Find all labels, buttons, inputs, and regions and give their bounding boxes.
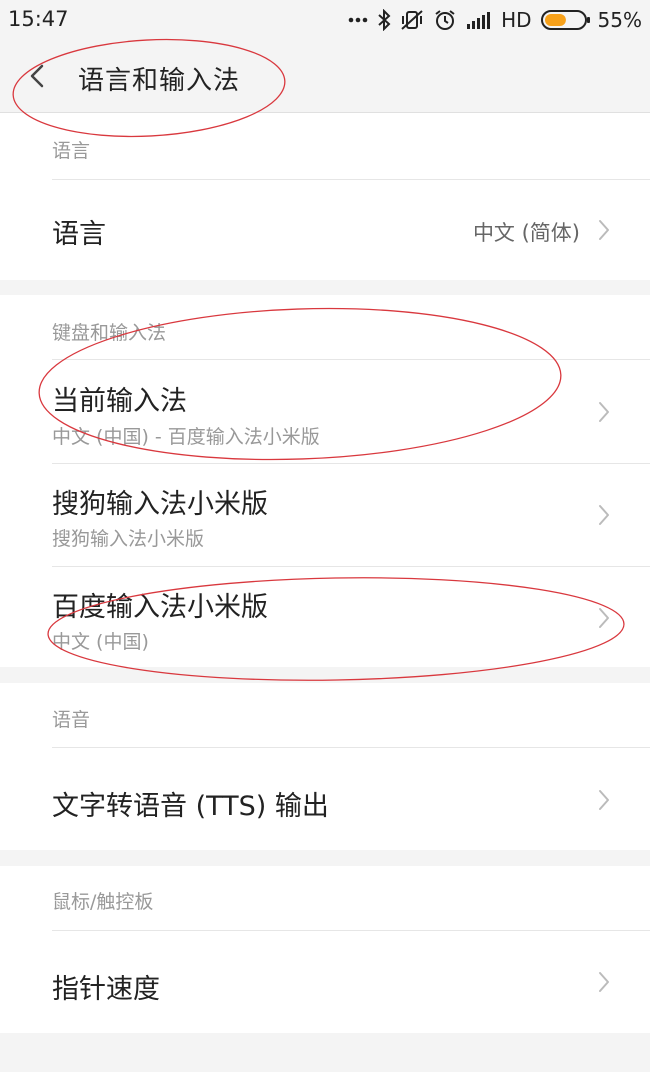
- status-bar: 15:47 HD 55%: [0, 0, 650, 40]
- battery-percent: 55%: [597, 8, 642, 32]
- section-header-keyboard: 键盘和输入法: [52, 322, 167, 344]
- row-sogou-ime[interactable]: 搜狗输入法小米版 搜狗输入法小米版: [0, 464, 650, 566]
- chevron-right-icon: [599, 220, 609, 240]
- row-subtitle: 中文 (中国) - 百度输入法小米版: [52, 426, 320, 448]
- chevron-right-icon: [599, 972, 609, 992]
- alarm-icon: [433, 8, 457, 32]
- chevron-right-icon: [599, 608, 609, 628]
- section-keyboard: 键盘和输入法 当前输入法 中文 (中国) - 百度输入法小米版 搜狗输入法小米版…: [0, 295, 650, 667]
- status-time: 15:47: [8, 7, 69, 31]
- signal-icon: [466, 11, 492, 29]
- row-language[interactable]: 语言 中文 (简体): [0, 180, 650, 280]
- row-title: 搜狗输入法小米版: [52, 489, 268, 520]
- battery: 55%: [540, 8, 642, 32]
- row-pointer-speed[interactable]: 指针速度: [0, 931, 650, 1033]
- section-language: 语言 语言 中文 (简体): [0, 113, 650, 280]
- row-value: 中文 (简体): [472, 221, 580, 245]
- row-subtitle: 搜狗输入法小米版: [52, 528, 205, 550]
- section-header-language: 语言: [52, 140, 91, 162]
- row-subtitle: 中文 (中国): [52, 631, 149, 653]
- network-type: HD: [501, 8, 532, 32]
- bluetooth-icon: [377, 9, 391, 31]
- chevron-left-icon: [30, 64, 44, 88]
- chevron-right-icon: [599, 790, 609, 810]
- page-title: 语言和输入法: [78, 66, 241, 96]
- back-button[interactable]: [24, 60, 54, 92]
- row-tts-output[interactable]: 文字转语音 (TTS) 输出: [0, 748, 650, 850]
- row-title: 文字转语音 (TTS) 输出: [52, 791, 329, 822]
- section-mouse: 鼠标/触控板 指针速度: [0, 866, 650, 1033]
- row-title: 当前输入法: [52, 386, 187, 417]
- status-icons: HD 55%: [348, 6, 642, 34]
- vibrate-off-icon: [400, 9, 424, 31]
- chevron-right-icon: [599, 402, 609, 422]
- section-speech: 语音 文字转语音 (TTS) 输出: [0, 683, 650, 850]
- row-title: 百度输入法小米版: [52, 592, 268, 623]
- more-dots-icon: [348, 17, 368, 23]
- section-header-speech: 语音: [52, 709, 91, 731]
- section-header-mouse: 鼠标/触控板: [52, 891, 154, 913]
- row-title: 指针速度: [52, 974, 160, 1005]
- chevron-right-icon: [599, 505, 609, 525]
- app-bar: 语言和输入法: [0, 40, 650, 113]
- row-current-ime[interactable]: 当前输入法 中文 (中国) - 百度输入法小米版: [0, 360, 650, 463]
- battery-icon: [540, 10, 590, 30]
- row-title: 语言: [52, 219, 106, 250]
- row-baidu-ime[interactable]: 百度输入法小米版 中文 (中国): [0, 567, 650, 667]
